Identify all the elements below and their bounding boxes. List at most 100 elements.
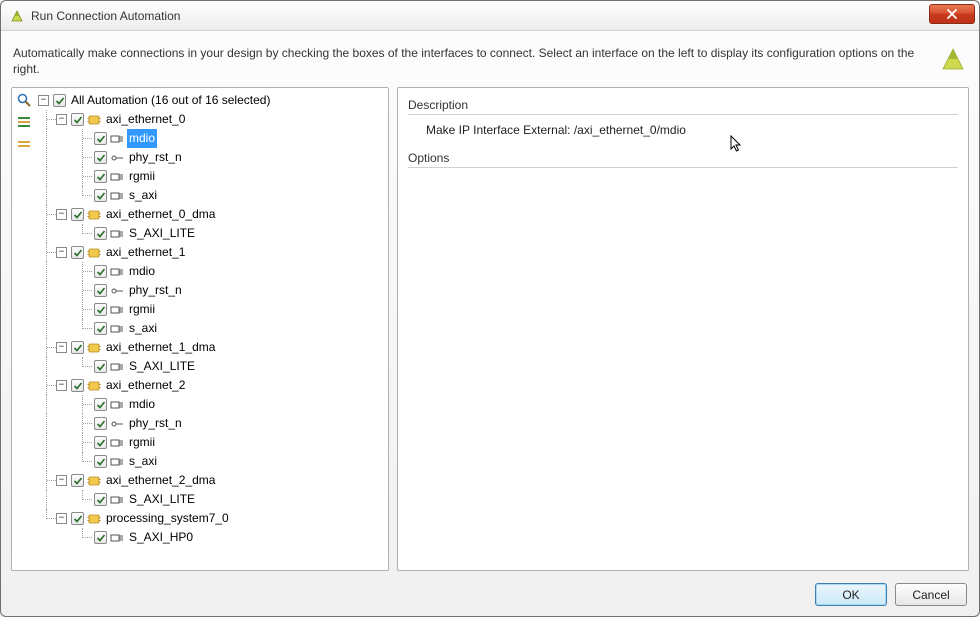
collapse-icon[interactable]: − (56, 342, 67, 353)
checkbox[interactable] (71, 208, 84, 221)
ip-block-icon (87, 208, 101, 222)
tree-node[interactable]: − axi_ethernet_0 (38, 110, 386, 129)
tree-leaf[interactable]: phy_rst_n (38, 148, 386, 167)
tree-leaf[interactable]: rgmii (38, 167, 386, 186)
tree-panel: −All Automation (16 out of 16 selected)−… (11, 87, 389, 571)
checkbox[interactable] (94, 322, 107, 335)
ip-block-icon (87, 474, 101, 488)
tree-leaf[interactable]: S_AXI_HP0 (38, 528, 386, 547)
ok-button[interactable]: OK (815, 583, 887, 606)
window-title: Run Connection Automation (31, 9, 929, 23)
tree-node-label: axi_ethernet_0 (104, 110, 187, 129)
interface-icon (110, 322, 124, 336)
checkbox[interactable] (71, 512, 84, 525)
search-icon[interactable] (16, 92, 32, 108)
tree-node[interactable]: −axi_ethernet_0_dma (38, 205, 386, 224)
brand-logo-icon (939, 45, 967, 73)
collapse-icon[interactable]: − (56, 114, 67, 125)
checkbox[interactable] (53, 94, 66, 107)
checkbox[interactable] (94, 493, 107, 506)
cancel-button[interactable]: Cancel (895, 583, 967, 606)
checkbox[interactable] (94, 531, 107, 544)
checkbox[interactable] (71, 341, 84, 354)
checkbox[interactable] (94, 189, 107, 202)
tree-leaf[interactable]: s_axi (38, 319, 386, 338)
tree-node[interactable]: −axi_ethernet_1 (38, 243, 386, 262)
details-panel: Description Make IP Interface External: … (397, 87, 969, 571)
checkbox[interactable] (94, 170, 107, 183)
collapse-icon[interactable]: − (56, 513, 67, 524)
checkbox[interactable] (71, 474, 84, 487)
titlebar: Run Connection Automation (1, 1, 979, 31)
ip-block-icon (87, 341, 101, 355)
tree-leaf[interactable]: S_AXI_LITE (38, 224, 386, 243)
description-row: Automatically make connections in your d… (11, 41, 969, 79)
description-header: Description (408, 96, 958, 115)
close-button[interactable] (929, 4, 975, 24)
button-row: OK Cancel (11, 579, 969, 606)
checkbox[interactable] (94, 436, 107, 449)
description-body: Make IP Interface External: /axi_etherne… (408, 121, 958, 149)
tree-node[interactable]: −axi_ethernet_1_dma (38, 338, 386, 357)
tree-node-label: axi_ethernet_2 (104, 376, 187, 395)
ip-block-icon (87, 113, 101, 127)
collapse-all-icon[interactable] (16, 136, 32, 152)
checkbox[interactable] (94, 398, 107, 411)
tree-toolbar (12, 88, 36, 570)
description-text: Automatically make connections in your d… (13, 45, 939, 77)
interface-icon (110, 303, 124, 317)
app-icon (9, 8, 25, 24)
tree-leaf-label: phy_rst_n (127, 148, 184, 167)
checkbox[interactable] (71, 113, 84, 126)
checkbox[interactable] (94, 132, 107, 145)
collapse-icon[interactable]: − (38, 95, 49, 106)
tree-root[interactable]: −All Automation (16 out of 16 selected) (38, 91, 386, 110)
dialog-content: Automatically make connections in your d… (1, 31, 979, 616)
checkbox[interactable] (94, 417, 107, 430)
checkbox[interactable] (94, 151, 107, 164)
tree-node[interactable]: −processing_system7_0 (38, 509, 386, 528)
interface-icon (110, 265, 124, 279)
tree-leaf[interactable]: mdio (38, 262, 386, 281)
tree-leaf-label: S_AXI_LITE (127, 224, 197, 243)
tree-leaf-label: mdio (127, 129, 157, 148)
tree-leaf[interactable]: rgmii (38, 300, 386, 319)
tree-node[interactable]: − axi_ethernet_2 (38, 376, 386, 395)
tree-node[interactable]: −axi_ethernet_2_dma (38, 471, 386, 490)
tree-leaf[interactable]: mdio (38, 395, 386, 414)
collapse-icon[interactable]: − (56, 247, 67, 258)
checkbox[interactable] (94, 227, 107, 240)
interface-icon (110, 436, 124, 450)
collapse-icon[interactable]: − (56, 380, 67, 391)
description-value: Make IP Interface External: /axi_etherne… (426, 123, 686, 137)
ip-block-icon (87, 246, 101, 260)
tree-leaf-label: phy_rst_n (127, 281, 184, 300)
tree-leaf-label: S_AXI_HP0 (127, 528, 195, 547)
checkbox[interactable] (94, 303, 107, 316)
automation-tree[interactable]: −All Automation (16 out of 16 selected)−… (36, 88, 388, 570)
checkbox[interactable] (94, 360, 107, 373)
checkbox[interactable] (71, 246, 84, 259)
tree-leaf[interactable]: s_axi (38, 452, 386, 471)
expand-all-icon[interactable] (16, 114, 32, 130)
checkbox[interactable] (94, 284, 107, 297)
tree-leaf-label: rgmii (127, 167, 157, 186)
tree-leaf-label: rgmii (127, 433, 157, 452)
checkbox[interactable] (71, 379, 84, 392)
interface-icon (110, 170, 124, 184)
tree-leaf[interactable]: S_AXI_LITE (38, 490, 386, 509)
tree-leaf-label: rgmii (127, 300, 157, 319)
collapse-icon[interactable]: − (56, 209, 67, 220)
tree-leaf[interactable]: s_axi (38, 186, 386, 205)
tree-leaf-label: s_axi (127, 186, 159, 205)
tree-leaf[interactable]: rgmii (38, 433, 386, 452)
tree-leaf[interactable]: S_AXI_LITE (38, 357, 386, 376)
tree-leaf[interactable]: mdio (38, 129, 386, 148)
tree-leaf[interactable]: phy_rst_n (38, 414, 386, 433)
checkbox[interactable] (94, 265, 107, 278)
interface-icon (110, 227, 124, 241)
checkbox[interactable] (94, 455, 107, 468)
tree-leaf[interactable]: phy_rst_n (38, 281, 386, 300)
collapse-icon[interactable]: − (56, 475, 67, 486)
ip-block-icon (87, 512, 101, 526)
